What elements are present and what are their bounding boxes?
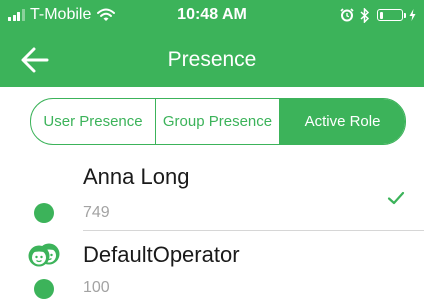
battery-level <box>379 11 383 19</box>
alarm-icon <box>340 8 354 22</box>
presence-status-dot <box>34 279 54 299</box>
app-header: T-Mobile 10:48 AM Presence <box>0 0 424 87</box>
tab-active-role[interactable]: Active Role <box>279 99 405 144</box>
role-number: 749 <box>83 204 110 221</box>
role-list-item[interactable]: DefaultOperator 100 <box>0 232 424 307</box>
presence-tabs: User Presence Group Presence Active Role <box>30 98 406 145</box>
list-divider <box>83 230 424 231</box>
charging-bolt-icon <box>409 9 416 21</box>
role-list-item[interactable]: Anna Long 749 <box>0 152 424 232</box>
role-name: Anna Long <box>83 164 190 189</box>
page-title: Presence <box>167 48 257 71</box>
battery-icon <box>377 9 403 21</box>
role-name: DefaultOperator <box>83 242 240 267</box>
status-right <box>340 5 416 25</box>
tab-user-presence[interactable]: User Presence <box>31 99 155 144</box>
nav-bar: Presence <box>0 38 424 82</box>
bluetooth-icon <box>360 7 369 23</box>
group-icon <box>28 243 60 267</box>
tab-group-presence[interactable]: Group Presence <box>155 99 279 144</box>
battery-tip <box>404 12 406 18</box>
presence-status-dot <box>34 203 54 223</box>
checkmark-icon <box>387 191 405 205</box>
role-number: 100 <box>83 279 110 296</box>
status-bar: T-Mobile 10:48 AM <box>0 0 424 30</box>
